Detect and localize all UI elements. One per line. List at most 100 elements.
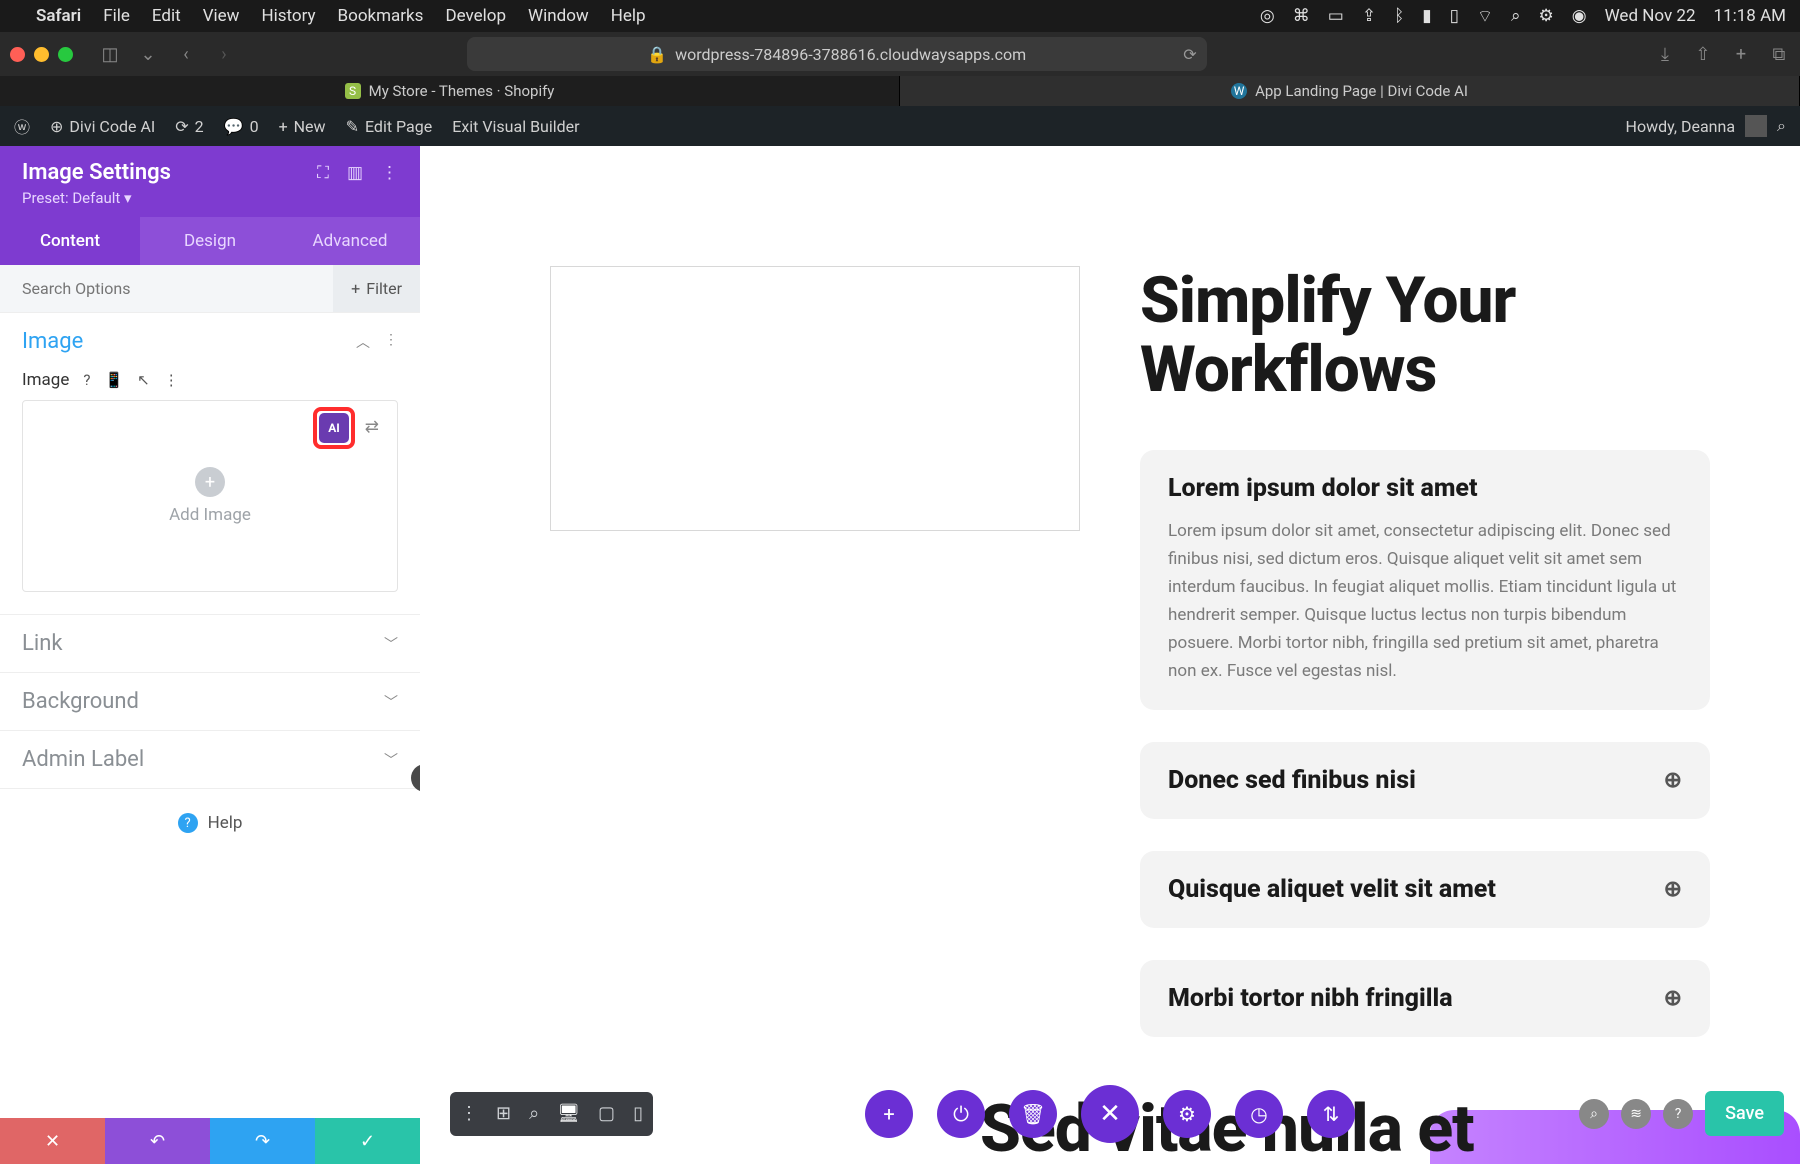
more-icon[interactable]: ⋮ <box>164 371 179 389</box>
add-button[interactable]: + <box>865 1090 913 1138</box>
history-button[interactable]: ◷ <box>1235 1090 1283 1138</box>
menubar-time[interactable]: 11:18 AM <box>1714 6 1786 26</box>
share-icon[interactable]: ⇧ <box>1692 44 1714 65</box>
battery-icon[interactable]: ▮ <box>1422 6 1431 26</box>
close-window[interactable] <box>10 47 25 62</box>
forward-icon[interactable]: › <box>213 44 235 65</box>
delete-button[interactable]: 🗑 <box>1009 1090 1057 1138</box>
more-icon[interactable]: ⋮ <box>460 1103 478 1124</box>
battery-icon[interactable]: ▯ <box>1450 6 1459 26</box>
help-icon[interactable]: ? <box>83 371 90 389</box>
more-icon[interactable]: ⋮ <box>384 332 398 352</box>
tab-design[interactable]: Design <box>140 217 280 265</box>
download-icon[interactable]: ⤓ <box>1654 44 1676 65</box>
wifi-icon[interactable]: ⌔ <box>1477 6 1493 27</box>
section-background-toggle[interactable]: Background ﹀ <box>0 673 420 730</box>
updates-link[interactable]: ⟳ 2 <box>175 117 203 136</box>
power-button[interactable]: ⏻ <box>937 1090 985 1138</box>
menu-file[interactable]: File <box>103 6 130 26</box>
ai-generate-button[interactable]: AI <box>319 413 349 443</box>
help-link[interactable]: ? Help <box>0 789 420 857</box>
section-heading[interactable]: Simplify Your Workflows <box>1140 266 1710 404</box>
exit-visual-builder[interactable]: Exit Visual Builder <box>452 117 579 136</box>
browser-tab[interactable]: S My Store - Themes · Shopify <box>0 76 900 106</box>
accordion-item[interactable]: Quisque aliquet velit sit amet⊕ <box>1140 851 1710 928</box>
expand-icon[interactable]: ⊕ <box>1664 768 1682 793</box>
preset-selector[interactable]: Preset: Default ▾ <box>22 189 398 207</box>
help-icon[interactable]: ? <box>1663 1099 1693 1129</box>
discard-button[interactable]: ✕ <box>0 1118 105 1164</box>
accept-button[interactable]: ✓ <box>315 1118 420 1164</box>
phone-icon[interactable]: 📱 <box>104 371 123 389</box>
wp-logo-icon[interactable]: ⓦ <box>14 114 30 138</box>
folder-icon[interactable]: ▭ <box>1328 6 1344 26</box>
search-icon[interactable]: ⌕ <box>1777 116 1786 136</box>
filter-button[interactable]: + Filter <box>333 265 420 312</box>
scan-icon[interactable]: ⛶ <box>317 163 329 183</box>
layers-icon[interactable]: ≋ <box>1621 1099 1651 1129</box>
accordion-item[interactable]: Donec sed finibus nisi⊕ <box>1140 742 1710 819</box>
accordion-item[interactable]: Lorem ipsum dolor sit amet Lorem ipsum d… <box>1140 450 1710 709</box>
section-admin-label-toggle[interactable]: Admin Label ﹀ <box>0 731 420 788</box>
new-tab-icon[interactable]: + <box>1730 44 1752 65</box>
back-icon[interactable]: ‹ <box>175 44 197 65</box>
redo-button[interactable]: ↷ <box>210 1118 315 1164</box>
status-icon[interactable]: ⌘ <box>1293 6 1310 26</box>
menu-edit[interactable]: Edit <box>152 6 181 26</box>
section-link-toggle[interactable]: Link ﹀ <box>0 615 420 672</box>
menu-view[interactable]: View <box>203 6 240 26</box>
sort-button[interactable]: ⇅ <box>1307 1090 1355 1138</box>
control-center-icon[interactable]: ⚙ <box>1539 6 1554 26</box>
accordion-item[interactable]: Morbi tortor nibh fringilla⊕ <box>1140 960 1710 1037</box>
wireframe-icon[interactable]: ⊞ <box>496 1103 511 1124</box>
avatar[interactable] <box>1745 115 1767 137</box>
address-bar[interactable]: 🔒 wordpress-784896-3788616.cloudwaysapps… <box>467 37 1207 71</box>
image-dropzone[interactable]: AI ⇄ + Add Image <box>22 400 398 592</box>
page-canvas[interactable]: Simplify Your Workflows Lorem ipsum dolo… <box>420 146 1800 1164</box>
new-link[interactable]: + New <box>279 117 326 136</box>
browser-tab[interactable]: W App Landing Page | Divi Code AI <box>900 76 1800 106</box>
close-builder-button[interactable]: ✕ <box>1081 1085 1139 1143</box>
sidebar-icon[interactable]: ◫ <box>99 44 121 65</box>
status-icon[interactable]: ◎ <box>1260 6 1275 26</box>
more-icon[interactable]: ⋮ <box>381 163 398 183</box>
menu-help[interactable]: Help <box>611 6 646 26</box>
siri-icon[interactable]: ◉ <box>1572 6 1587 26</box>
zoom-window[interactable] <box>58 47 73 62</box>
add-image-plus[interactable]: + <box>195 467 225 497</box>
minimize-window[interactable] <box>34 47 49 62</box>
columns-icon[interactable]: ▥ <box>347 163 363 183</box>
expand-icon[interactable]: ⊕ <box>1664 986 1682 1011</box>
desktop-icon[interactable]: 🖥 <box>557 1103 580 1124</box>
reload-icon[interactable]: ⟳ <box>1183 45 1196 64</box>
zoom-out-icon[interactable]: ⌕ <box>1579 1099 1609 1129</box>
bluetooth-icon[interactable]: ᛒ <box>1394 6 1404 26</box>
comments-link[interactable]: 💬 0 <box>224 117 259 136</box>
tablet-icon[interactable]: ▢ <box>598 1103 615 1124</box>
tabs-icon[interactable]: ⧉ <box>1768 44 1790 65</box>
menu-develop[interactable]: Develop <box>445 6 506 26</box>
search-icon[interactable]: ⌕ <box>1511 6 1521 26</box>
undo-button[interactable]: ↶ <box>105 1118 210 1164</box>
settings-icon[interactable]: ⇄ <box>365 417 379 437</box>
app-name[interactable]: Safari <box>36 6 81 26</box>
share-icon[interactable]: ⇪ <box>1362 6 1376 26</box>
menu-bookmarks[interactable]: Bookmarks <box>338 6 424 26</box>
settings-button[interactable]: ⚙ <box>1163 1090 1211 1138</box>
save-button[interactable]: Save <box>1705 1091 1784 1136</box>
howdy-text[interactable]: Howdy, Deanna <box>1626 117 1736 136</box>
phone-icon[interactable]: ▯ <box>633 1103 643 1124</box>
menubar-date[interactable]: Wed Nov 22 <box>1605 6 1696 26</box>
edit-page-link[interactable]: ✎ Edit Page <box>346 117 433 136</box>
cursor-icon[interactable]: ↖ <box>137 371 150 389</box>
menu-window[interactable]: Window <box>528 6 589 26</box>
section-image-toggle[interactable]: Image ︿⋮ <box>0 313 420 370</box>
menu-history[interactable]: History <box>261 6 315 26</box>
expand-icon[interactable]: ⊕ <box>1664 877 1682 902</box>
chevron-down-icon[interactable]: ⌄ <box>137 44 159 65</box>
search-options-input[interactable] <box>0 265 333 312</box>
site-name[interactable]: ⊕Divi Code AI <box>50 117 155 136</box>
tab-content[interactable]: Content <box>0 217 140 265</box>
tab-advanced[interactable]: Advanced <box>280 217 420 265</box>
image-placeholder[interactable] <box>550 266 1080 531</box>
